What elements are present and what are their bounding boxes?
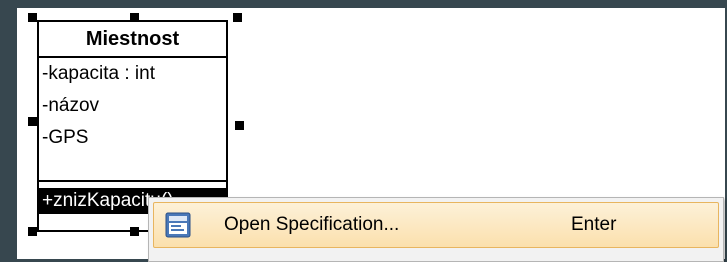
menu-item-open-specification[interactable]: Open Specification... Enter: [153, 202, 719, 248]
attribute-kapacita[interactable]: -kapacita : int: [39, 58, 226, 90]
selection-handle-top-center[interactable]: [130, 13, 139, 22]
selection-handle-middle-left[interactable]: [28, 117, 37, 126]
attributes-compartment: -kapacita : int -názov -GPS: [39, 58, 226, 182]
diagram-canvas[interactable]: Miestnost -kapacita : int -názov -GPS +z…: [17, 8, 725, 262]
selection-handle-top-left[interactable]: [28, 13, 37, 22]
selection-handle-top-right[interactable]: [233, 13, 242, 22]
selection-handle-middle-right[interactable]: [235, 121, 244, 130]
screen: { "diagram": { "class_name": "Miestnost"…: [0, 0, 727, 262]
menu-item-label: Open Specification...: [224, 214, 400, 235]
selection-handle-bottom-left[interactable]: [28, 227, 37, 236]
selection-handle-bottom-center[interactable]: [130, 227, 139, 236]
attribute-gps[interactable]: -GPS: [39, 122, 226, 154]
context-menu: Open Specification... Enter: [148, 197, 724, 262]
attribute-nazov[interactable]: -názov: [39, 90, 226, 122]
specification-icon: [165, 212, 191, 238]
menu-item-shortcut: Enter: [571, 214, 617, 235]
class-name: Miestnost: [39, 22, 226, 58]
